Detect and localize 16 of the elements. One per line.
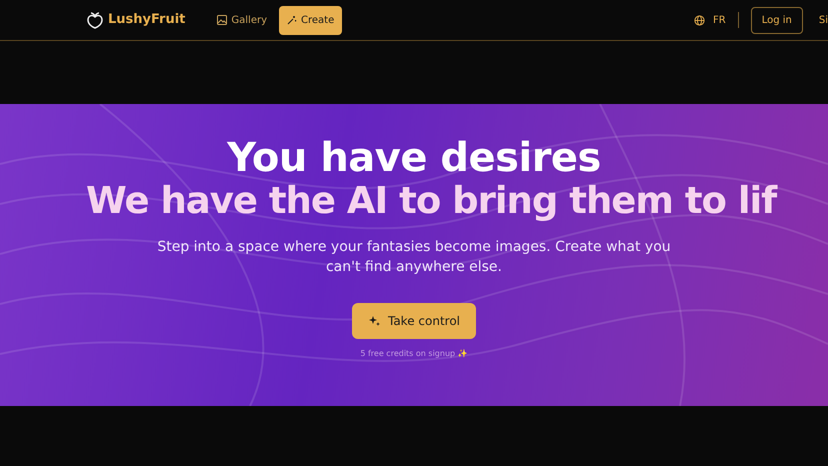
brand-name[interactable]: LushyFruit bbox=[108, 10, 186, 30]
sparkle-icon bbox=[368, 315, 380, 328]
globe-icon bbox=[694, 14, 705, 26]
hero-title: You have desires bbox=[226, 134, 602, 180]
image-icon bbox=[217, 15, 228, 25]
peach-logo-icon bbox=[86, 11, 104, 29]
hero-subtitle: Step into a space where your fantasies become images. Create what you can't find anywhere else. bbox=[156, 238, 672, 277]
cta-button[interactable]: Take control bbox=[352, 303, 476, 340]
language-selector[interactable]: FR bbox=[713, 12, 726, 28]
wand-icon bbox=[287, 15, 298, 25]
nav-tab[interactable]: Gallery bbox=[209, 6, 276, 34]
signup-button[interactable]: Si bbox=[818, 12, 828, 28]
nav-tab[interactable]: Create bbox=[279, 6, 342, 34]
login-button[interactable]: Log in bbox=[750, 6, 803, 34]
hero-title: We have the AI to bring them to lif bbox=[85, 180, 778, 223]
credits-note: 5 free credits on signup ✨ bbox=[360, 349, 468, 358]
